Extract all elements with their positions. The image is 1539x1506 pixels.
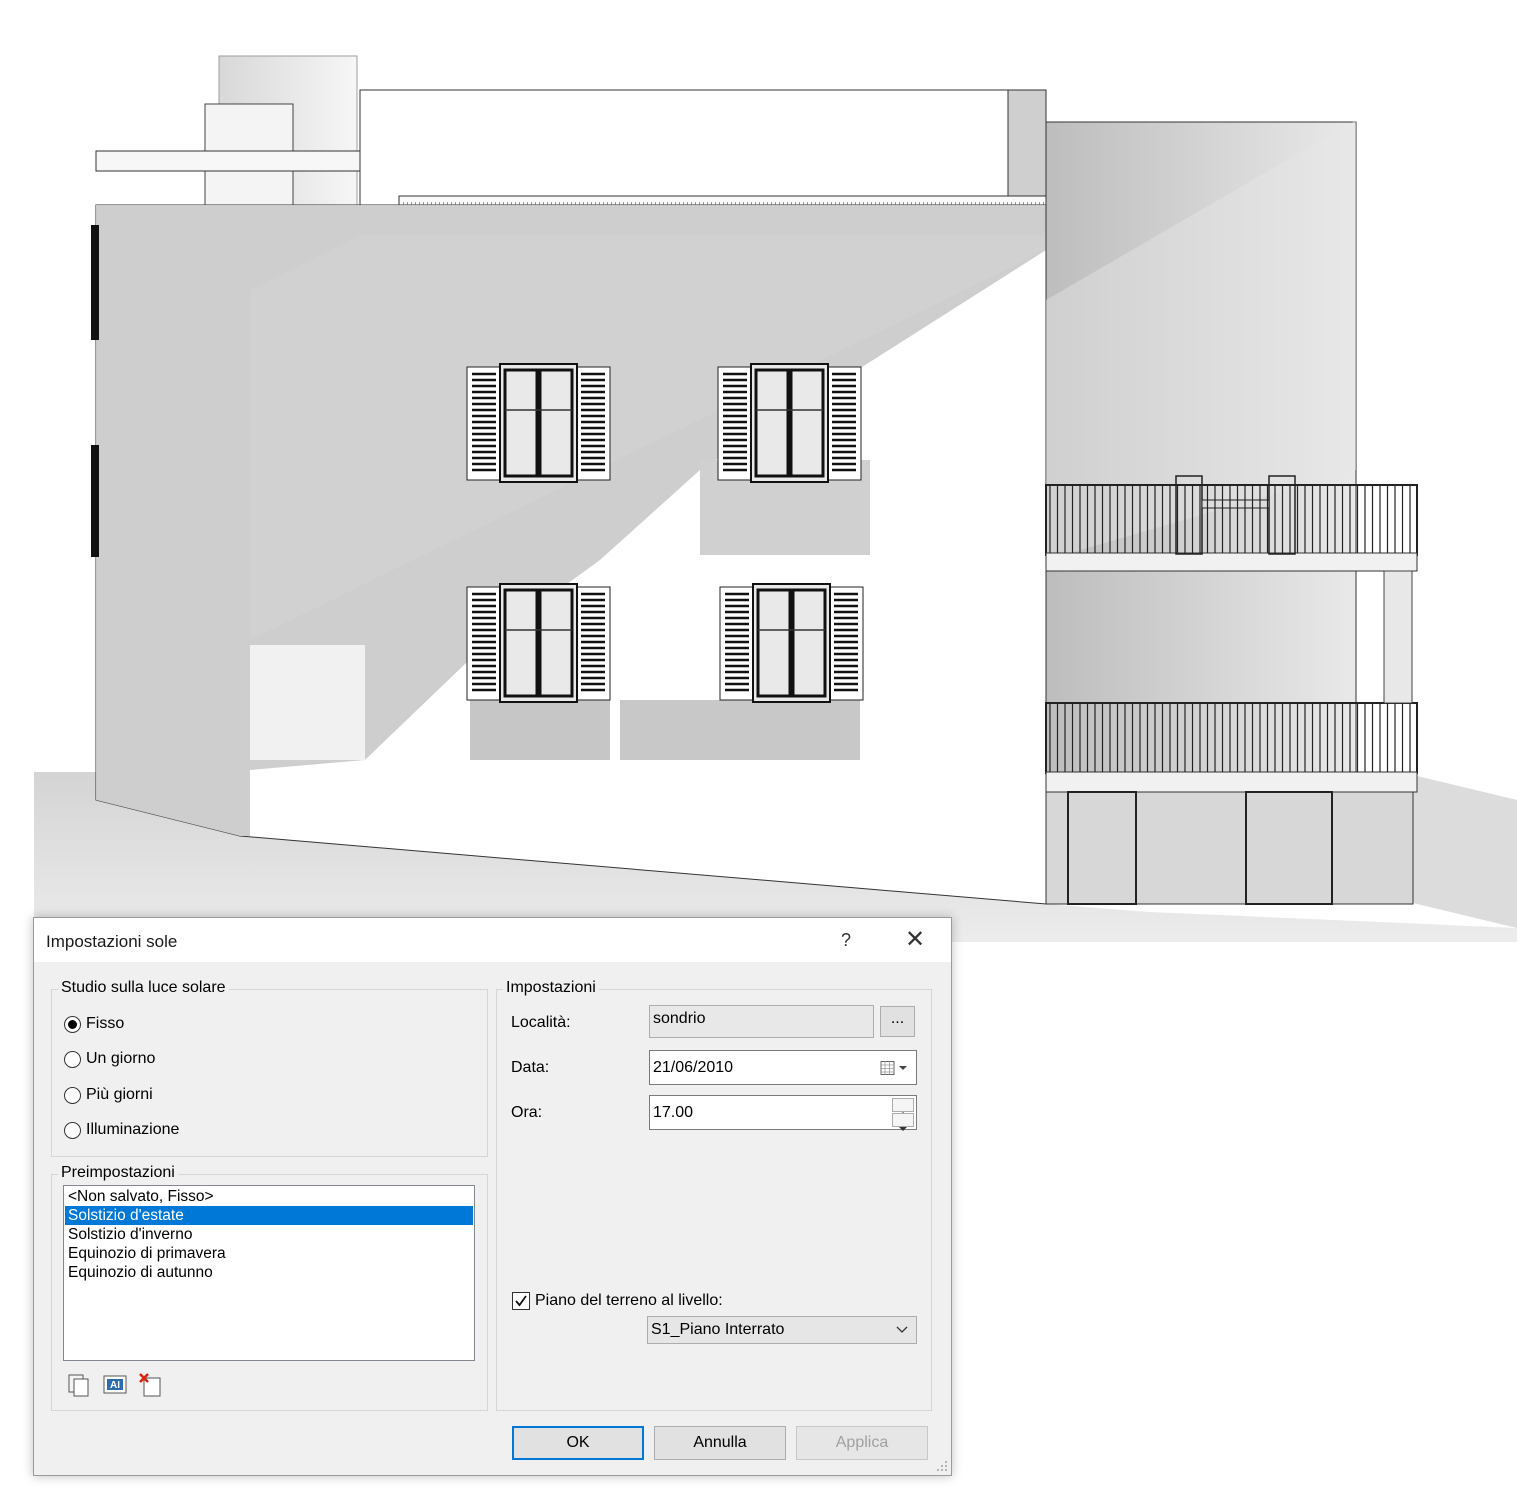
- window-with-shutters: [717, 363, 862, 483]
- time-spin-up-icon[interactable]: [892, 1098, 914, 1116]
- location-field[interactable]: sondrio: [649, 1005, 874, 1038]
- delete-icon[interactable]: [138, 1372, 164, 1398]
- ground-plane-label: Piano del terreno al livello:: [535, 1292, 723, 1309]
- ok-button[interactable]: OK: [512, 1426, 644, 1460]
- level-value: S1_Piano Interrato: [651, 1321, 785, 1338]
- calendar-dropdown-icon[interactable]: [880, 1061, 910, 1075]
- close-button[interactable]: ✕: [899, 924, 931, 956]
- preset-list-item[interactable]: Equinozio di primavera: [65, 1244, 473, 1263]
- sun-settings-dialog: Impostazioni sole ? ✕ Studio sulla luce …: [33, 917, 952, 1476]
- ground-floor-recess: [1045, 791, 1414, 905]
- presets-group-label: Preimpostazioni: [58, 1164, 178, 1182]
- help-button[interactable]: ?: [830, 924, 862, 956]
- radio-label: Fisso: [86, 1015, 125, 1032]
- roof-slab-small: [95, 150, 394, 172]
- roof-volume-side: [1007, 89, 1047, 206]
- ground-slope-right: [1413, 775, 1517, 928]
- window-with-shutters: [466, 583, 611, 703]
- date-label: Data:: [511, 1059, 550, 1076]
- roof-volume: [359, 89, 1009, 206]
- sun-study-group: Studio sulla luce solare Fisso Un giorno P…: [51, 979, 488, 1157]
- radio-indicator[interactable]: [64, 1015, 81, 1033]
- window-with-shutters: [466, 363, 611, 483]
- side-shutter-upper: [91, 225, 99, 340]
- side-shutter-lower: [91, 445, 99, 557]
- level-dropdown[interactable]: S1_Piano Interrato: [647, 1316, 917, 1344]
- time-label: Ora:: [511, 1104, 543, 1121]
- dialog-title: Impostazioni sole: [46, 932, 178, 951]
- apply-button[interactable]: Applica: [796, 1426, 928, 1460]
- radio-option[interactable]: Un giorno: [64, 1048, 155, 1070]
- radio-indicator[interactable]: [64, 1121, 81, 1139]
- window-with-shutters: [719, 583, 864, 703]
- ground-plane-checkbox[interactable]: [512, 1292, 530, 1310]
- radio-option[interactable]: Più giorni: [64, 1084, 153, 1106]
- preset-list-item[interactable]: Solstizio d'inverno: [65, 1225, 473, 1244]
- presets-group: Preimpostazioni <Non salvato, Fisso> Sols…: [51, 1164, 488, 1411]
- resize-grip-icon[interactable]: [936, 1460, 948, 1472]
- radio-label: Illuminazione: [86, 1121, 180, 1138]
- chevron-down-icon: [896, 1326, 908, 1333]
- date-field[interactable]: 21/06/2010: [649, 1050, 917, 1085]
- dialog-titlebar[interactable]: Impostazioni sole ? ✕: [34, 918, 951, 962]
- time-spin-down-icon[interactable]: [892, 1113, 914, 1131]
- location-label: Località:: [511, 1014, 571, 1031]
- sun-study-group-label: Studio sulla luce solare: [58, 979, 229, 997]
- radio-indicator[interactable]: [64, 1086, 81, 1104]
- preset-list-item[interactable]: <Non salvato, Fisso>: [65, 1187, 473, 1206]
- cancel-button[interactable]: Annulla: [654, 1426, 786, 1460]
- settings-group-label: Impostazioni: [503, 979, 599, 997]
- duplicate-icon[interactable]: [66, 1372, 92, 1398]
- presets-listbox[interactable]: <Non salvato, Fisso> Solstizio d'estate So…: [63, 1185, 475, 1361]
- radio-option[interactable]: Fisso: [64, 1013, 124, 1035]
- radio-label: Un giorno: [86, 1050, 156, 1067]
- time-field[interactable]: 17.00: [649, 1095, 917, 1131]
- svg-text:AI: AI: [110, 1380, 120, 1391]
- preset-list-item[interactable]: Equinozio di autunno: [65, 1263, 473, 1282]
- radio-option[interactable]: Illuminazione: [64, 1119, 179, 1141]
- rename-icon[interactable]: AI: [102, 1372, 128, 1398]
- time-value: 17.00: [653, 1104, 694, 1121]
- radio-label: Più giorni: [86, 1086, 153, 1103]
- location-browse-button[interactable]: ...: [880, 1006, 915, 1037]
- preset-list-item[interactable]: Solstizio d'estate: [65, 1206, 473, 1225]
- radio-indicator[interactable]: [64, 1050, 81, 1068]
- date-value: 21/06/2010: [653, 1059, 734, 1076]
